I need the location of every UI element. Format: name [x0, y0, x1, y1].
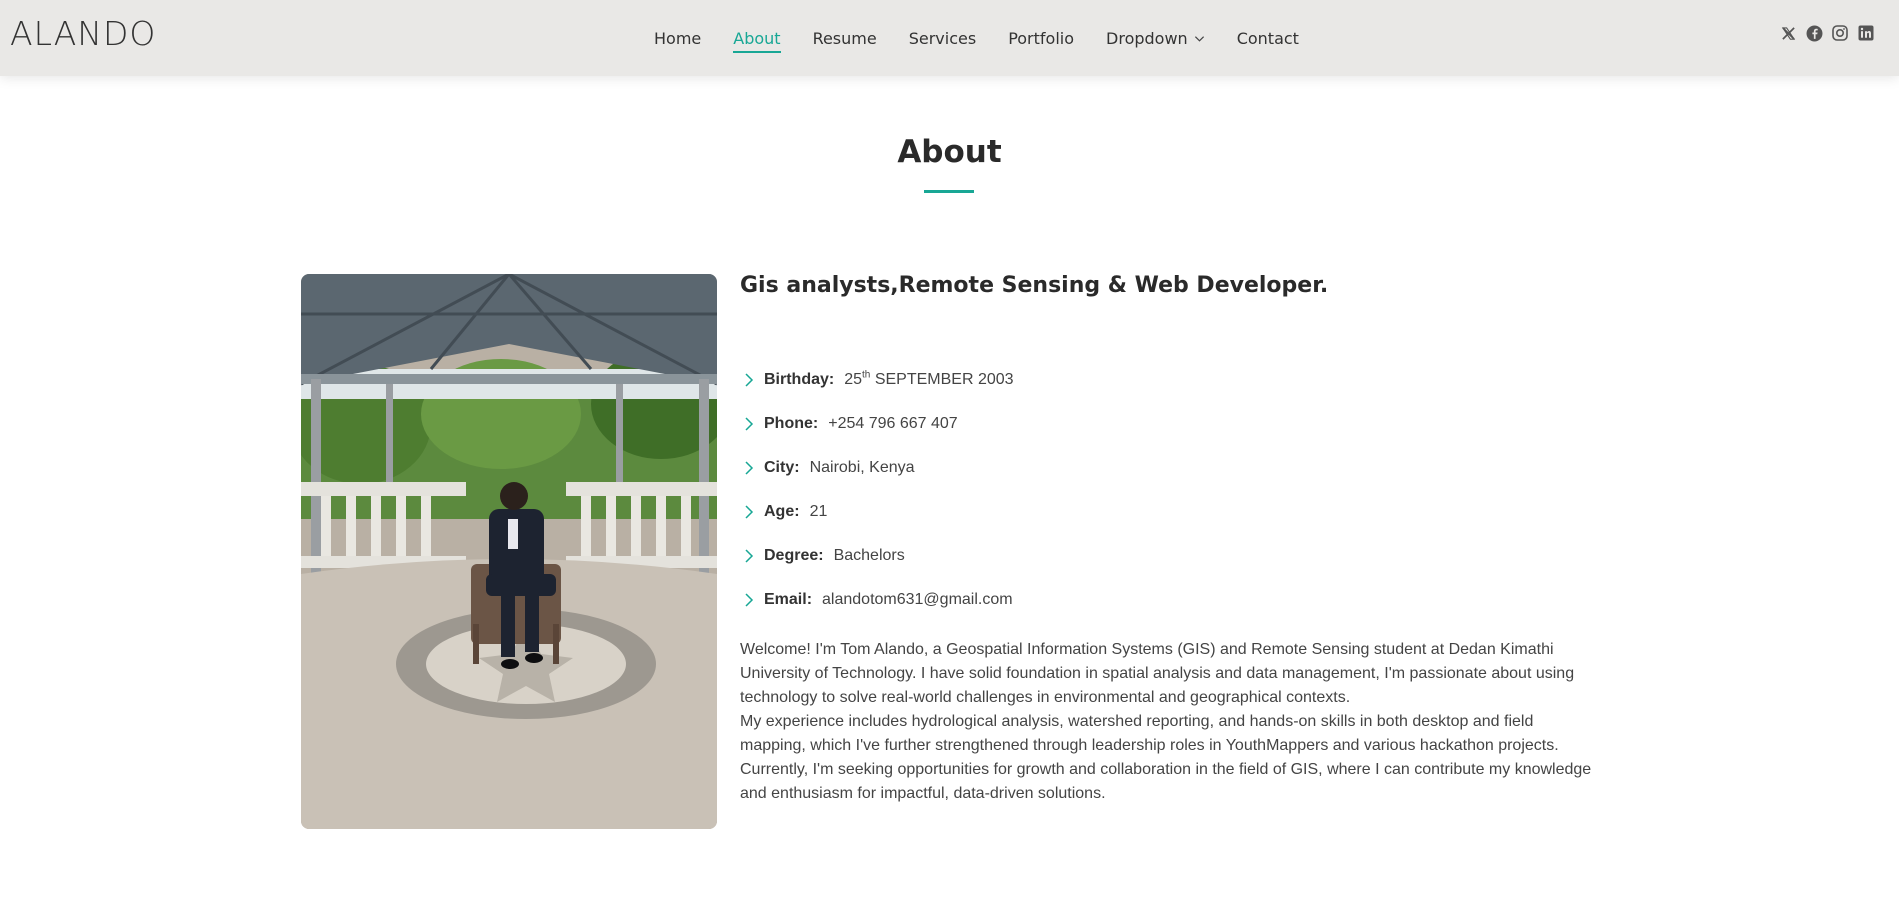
info-value: Bachelors [833, 547, 905, 564]
nav-item-about[interactable]: About [717, 0, 796, 76]
profile-photo [301, 274, 717, 829]
info-label: Age: [764, 503, 800, 520]
nav-label: Contact [1236, 28, 1299, 48]
bio-paragraph: Welcome! I'm Tom Alando, a Geospatial In… [740, 641, 1575, 706]
about-headline: Gis analysts,Remote Sensing & Web Develo… [740, 273, 1329, 298]
info-label: City: [764, 459, 800, 476]
facebook-icon[interactable] [1805, 24, 1823, 42]
nav-label: Dropdown [1106, 28, 1188, 48]
info-value: Nairobi, Kenya [809, 459, 915, 476]
nav-label: Portfolio [1008, 28, 1075, 48]
chevron-right-icon [742, 592, 756, 608]
nav-item-dropdown[interactable]: Dropdown [1090, 0, 1221, 76]
info-label: Email: [764, 591, 813, 608]
profile-photo-illustration [301, 274, 717, 829]
social-links [1779, 24, 1875, 42]
nav-label: Services [908, 28, 977, 48]
linkedin-icon[interactable] [1857, 24, 1875, 42]
x-icon[interactable] [1779, 24, 1797, 42]
info-value: alandotom631@gmail.com [822, 591, 1013, 608]
info-label: Phone: [764, 415, 819, 432]
page-title: About [897, 134, 1002, 170]
nav-item-services[interactable]: Services [893, 0, 992, 76]
nav-item-home[interactable]: Home [654, 0, 717, 76]
info-phone: Phone: +254 796 667 407 [742, 402, 1014, 446]
site-header: ALANDO Home About Resume Services Portfo… [0, 0, 1899, 76]
nav-label: Resume [812, 28, 877, 48]
title-underline [924, 190, 974, 193]
chevron-right-icon [742, 372, 756, 388]
info-city: City: Nairobi, Kenya [742, 446, 1014, 490]
info-value: 25th SEPTEMBER 2003 [844, 370, 1014, 389]
info-email: Email: alandotom631@gmail.com [742, 578, 1014, 622]
about-bio: Welcome! I'm Tom Alando, a Geospatial In… [740, 638, 1600, 806]
chevron-right-icon [742, 460, 756, 476]
info-degree: Degree: Bachelors [742, 534, 1014, 578]
birthday-day: 25 [844, 371, 863, 388]
birthday-rest: SEPTEMBER 2003 [870, 371, 1014, 388]
info-label: Birthday: [764, 371, 835, 388]
nav-item-resume[interactable]: Resume [797, 0, 893, 76]
chevron-right-icon [742, 504, 756, 520]
info-list: Birthday: 25th SEPTEMBER 2003 Phone: +25… [742, 358, 1014, 622]
nav-item-portfolio[interactable]: Portfolio [992, 0, 1090, 76]
info-label: Degree: [764, 547, 824, 564]
instagram-icon[interactable] [1831, 24, 1849, 42]
info-value: +254 796 667 407 [828, 415, 958, 432]
bio-paragraph: Currently, I'm seeking opportunities for… [740, 761, 1592, 802]
info-age: Age: 21 [742, 490, 1014, 534]
chevron-right-icon [742, 416, 756, 432]
nav-menu: Home About Resume Services Portfolio Dro… [654, 0, 1315, 76]
nav-item-contact[interactable]: Contact [1221, 0, 1315, 76]
nav-label: About [733, 28, 781, 48]
info-value: 21 [809, 503, 828, 520]
nav-label: Home [654, 28, 702, 48]
site-logo[interactable]: ALANDO [10, 14, 156, 53]
bio-paragraph: My experience includes hydrological anal… [740, 713, 1559, 754]
chevron-down-icon [1194, 33, 1205, 44]
section-title: About [0, 134, 1899, 170]
chevron-right-icon [742, 548, 756, 564]
info-birthday: Birthday: 25th SEPTEMBER 2003 [742, 358, 1014, 402]
